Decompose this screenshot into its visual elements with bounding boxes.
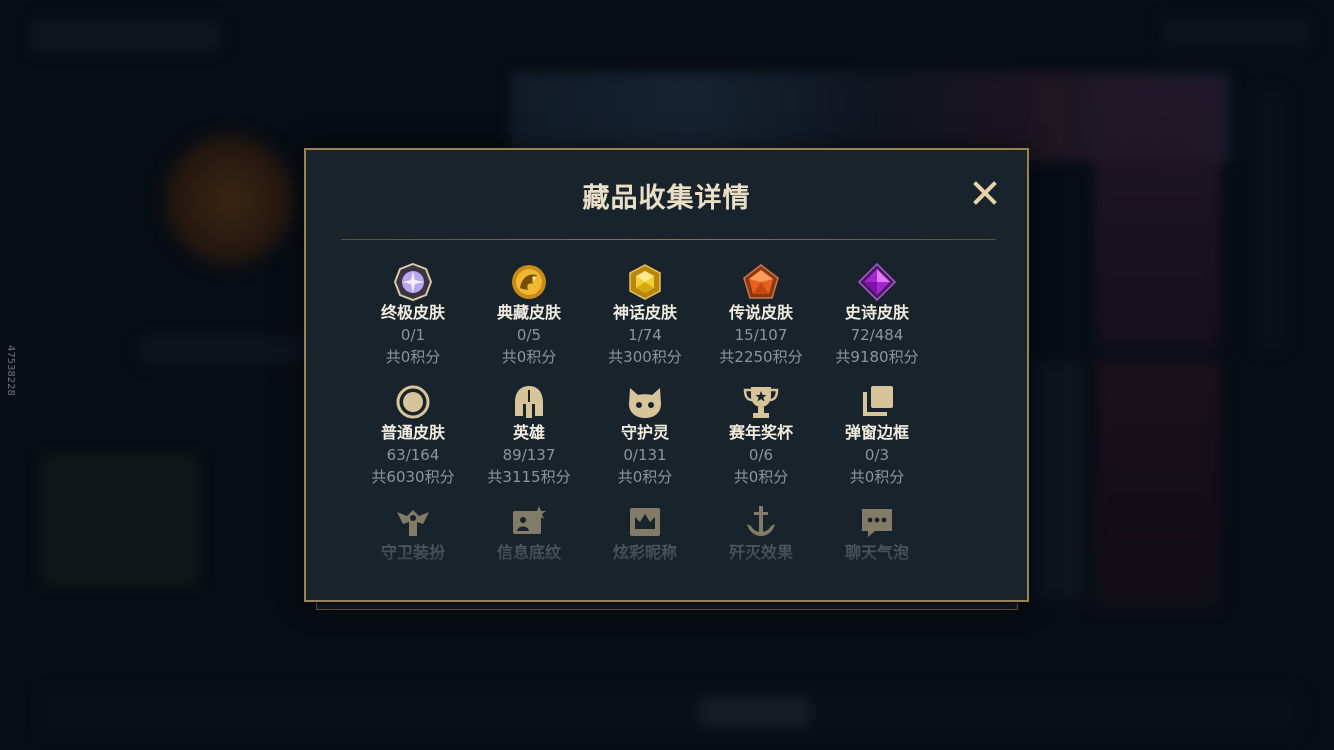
ring-icon: [396, 385, 430, 419]
stacked-frames-icon: [863, 386, 893, 416]
collection-item-mythic-skin[interactable]: 神话皮肤 1/74 共300积分: [580, 262, 710, 368]
ultimate-gem-icon: [393, 262, 433, 302]
epic-gem-icon: [857, 262, 897, 302]
dragon-emblem-icon: [512, 265, 546, 299]
modal-title: 藏品收集详情: [582, 183, 751, 214]
guardian-face-icon: [629, 388, 661, 418]
collection-item-ward-skin[interactable]: 守卫装扮: [348, 502, 478, 564]
collection-details-modal: 藏品收集详情 终极皮肤 0/1 共0积分 典藏皮肤 0/5 共0积分 神话皮肤 …: [304, 148, 1029, 602]
legendary-gem-icon: [743, 264, 779, 299]
collection-item-season-trophy[interactable]: 赛年奖杯 0/6 共0积分: [696, 382, 826, 488]
collection-item-color-nickname[interactable]: 炫彩昵称: [580, 502, 710, 564]
helmet-icon: [515, 386, 543, 418]
collection-item-epic-skin[interactable]: 史诗皮肤 72/484 共9180积分: [812, 262, 942, 368]
collection-item-collector-skin[interactable]: 典藏皮肤 0/5 共0积分: [464, 262, 594, 368]
mythic-gem-icon: [629, 264, 661, 300]
collection-item-profile-banner[interactable]: 信息底纹: [464, 502, 594, 564]
close-icon[interactable]: [971, 179, 999, 207]
collection-item-ultimate-skin[interactable]: 终极皮肤 0/1 共0积分: [348, 262, 478, 368]
chat-bubble-icon: [862, 509, 892, 537]
collection-item-hero[interactable]: 英雄 89/137 共3115积分: [464, 382, 594, 488]
title-divider: [341, 239, 996, 240]
watermark-id: 47538228: [5, 345, 16, 396]
collection-item-chat-bubble[interactable]: 聊天气泡: [812, 502, 942, 564]
ward-icon: [397, 510, 429, 536]
profile-card-icon: [513, 506, 546, 534]
collection-item-legendary-skin[interactable]: 传说皮肤 15/107 共2250积分: [696, 262, 826, 368]
collection-item-kill-effect[interactable]: 歼灭效果: [696, 502, 826, 564]
trophy-icon: [743, 387, 779, 418]
collection-item-popup-frame[interactable]: 弹窗边框 0/3 共0积分: [812, 382, 942, 488]
modal-bottom-edge: [316, 603, 1018, 610]
collection-item-guardian[interactable]: 守护灵 0/131 共0积分: [580, 382, 710, 488]
collection-item-common-skin[interactable]: 普通皮肤 63/164 共6030积分: [348, 382, 478, 488]
crown-frame-icon: [630, 508, 660, 536]
anchor-icon: [747, 506, 775, 536]
